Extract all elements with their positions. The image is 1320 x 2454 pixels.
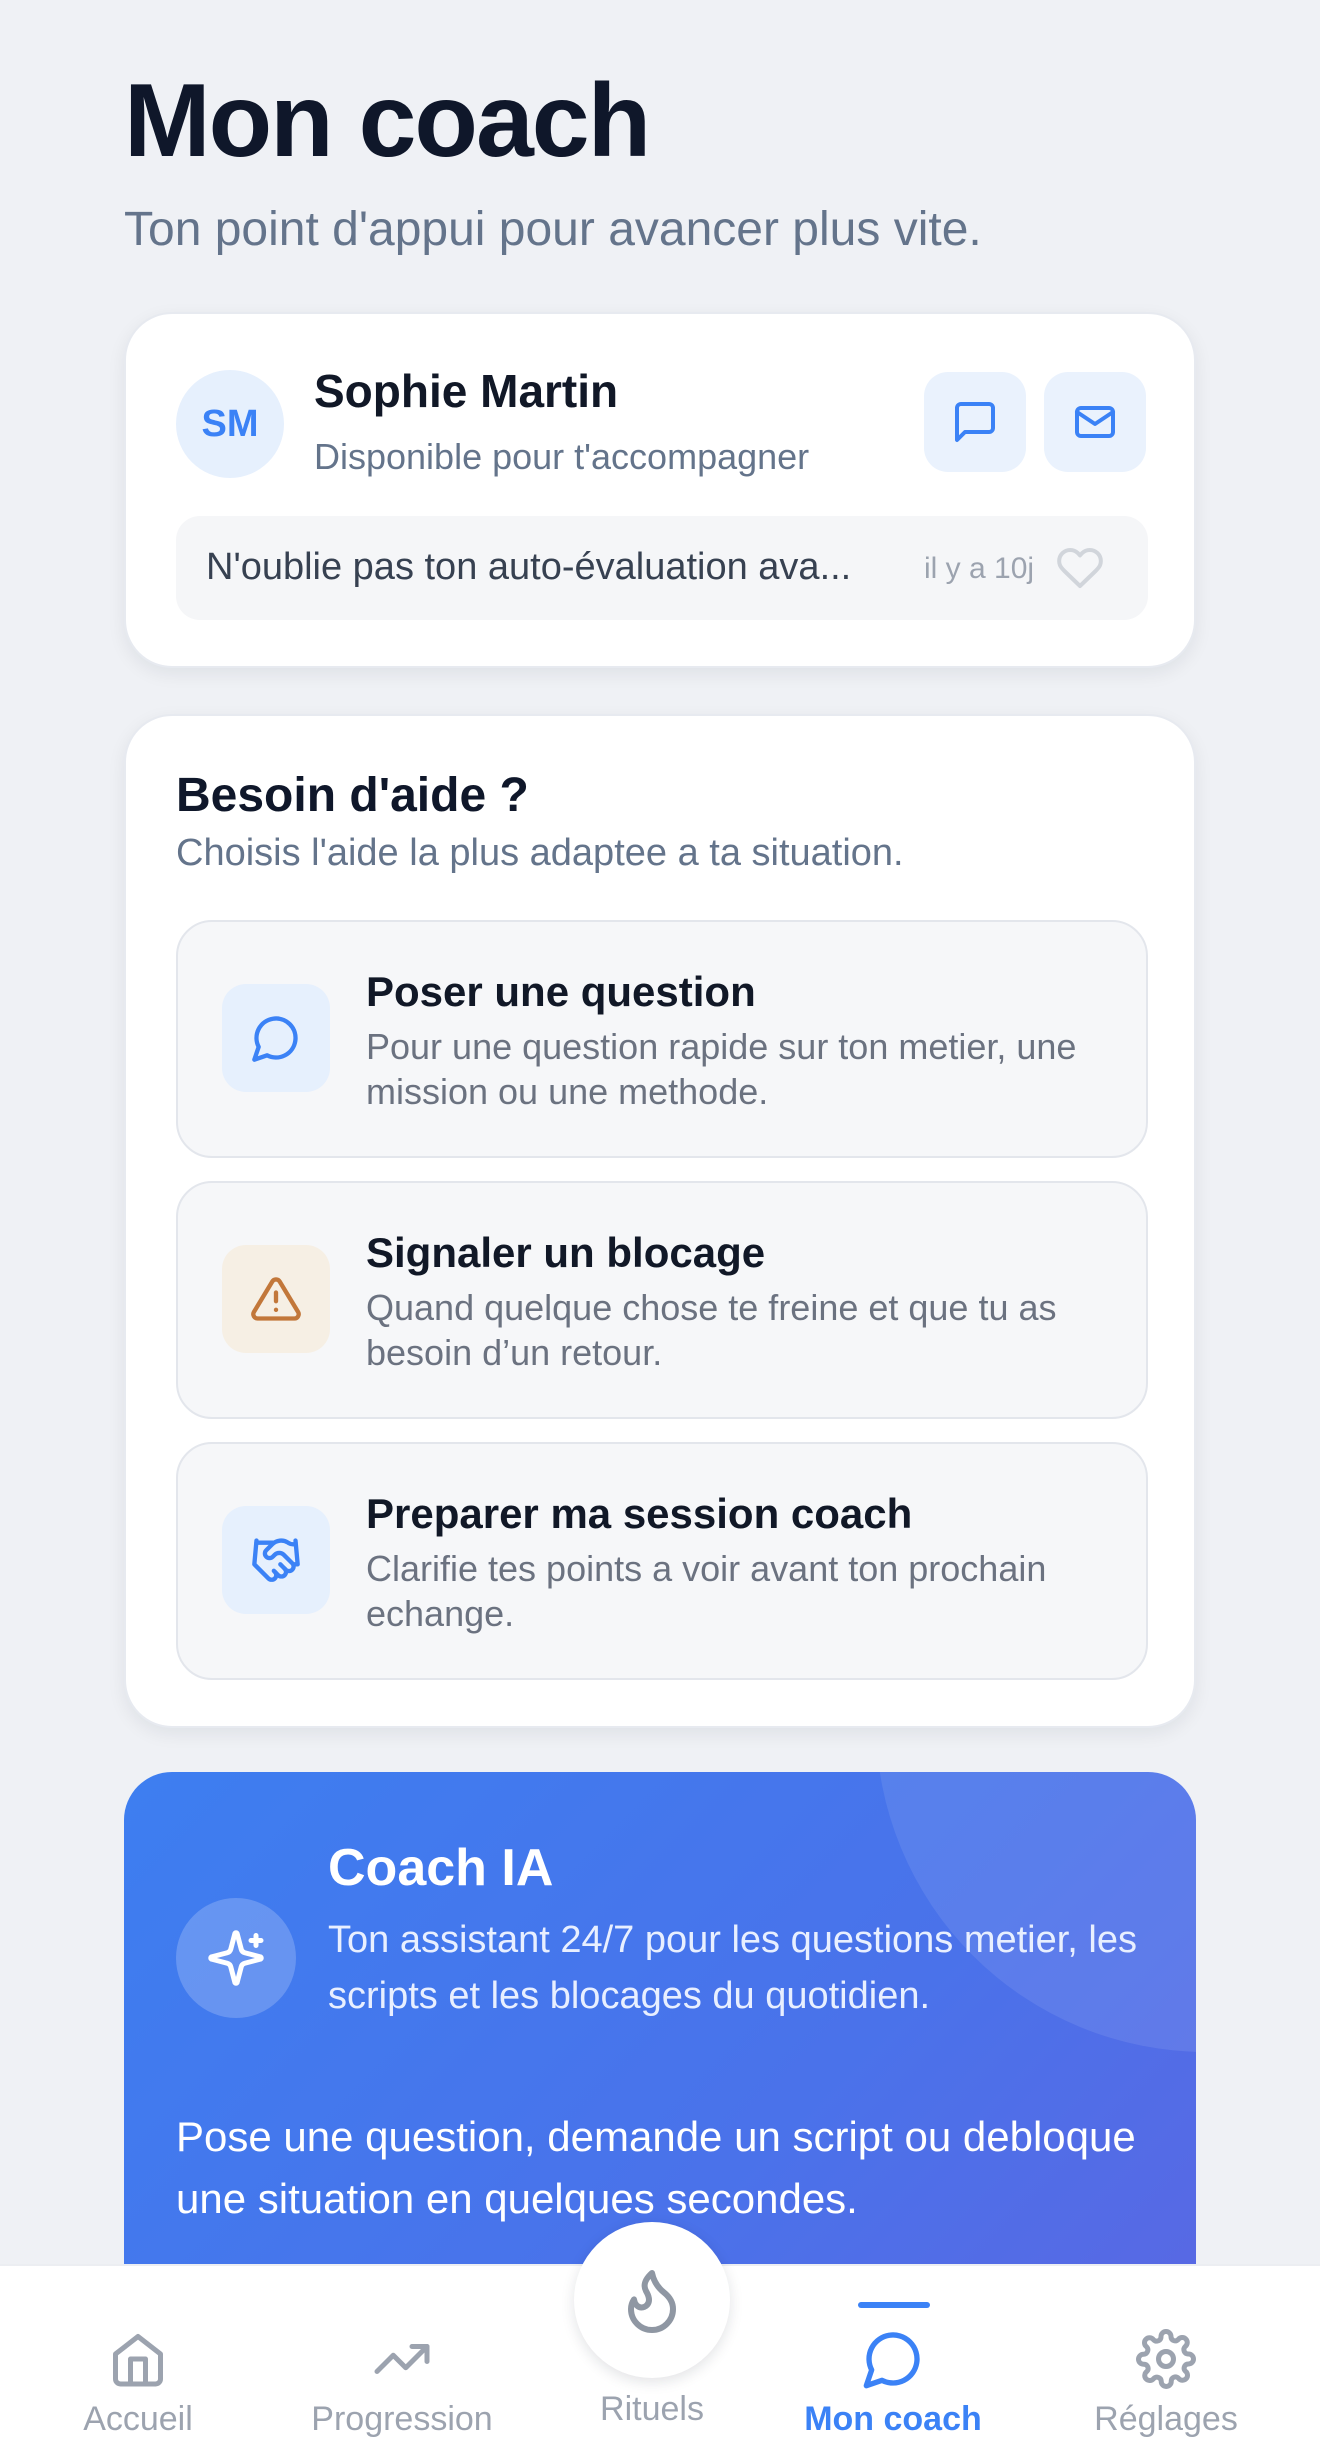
sparkles-icon xyxy=(176,1898,296,2018)
email-button[interactable] xyxy=(1044,372,1146,472)
heart-icon[interactable] xyxy=(1056,544,1104,597)
page-title: Mon coach xyxy=(124,63,651,179)
rituels-button[interactable] xyxy=(574,2222,730,2378)
nav-item-mon-coach[interactable]: Mon coach xyxy=(776,2266,1010,2454)
alert-triangle-icon xyxy=(222,1245,330,1353)
page-subtitle: Ton point d'appui pour avancer plus vite… xyxy=(124,203,982,256)
ask-question-button[interactable]: Poser une question Pour une question rap… xyxy=(176,920,1148,1158)
ai-coach-body: Pose une question, demande un script ou … xyxy=(176,2113,1136,2222)
prepare-session-button[interactable]: Preparer ma session coach Clarifie tes p… xyxy=(176,1442,1148,1680)
flame-icon xyxy=(628,2270,676,2333)
message-circle-icon xyxy=(861,2324,925,2394)
help-item-description: Pour une question rapide sur ton metier,… xyxy=(366,1026,1077,1112)
mail-icon xyxy=(1075,406,1115,438)
nav-item-reglages[interactable]: Réglages xyxy=(1066,2266,1266,2454)
last-message[interactable]: N'oublie pas ton auto-évaluation ava... … xyxy=(176,516,1148,620)
message-square-icon xyxy=(955,402,995,442)
handshake-icon xyxy=(222,1506,330,1614)
nav-label: Mon coach xyxy=(804,2400,982,2438)
help-title: Besoin d'aide ? xyxy=(176,769,529,822)
coach-name: Sophie Martin xyxy=(314,365,619,417)
nav-label: Réglages xyxy=(1094,2400,1238,2438)
avatar: SM xyxy=(176,370,284,478)
home-icon xyxy=(108,2324,168,2394)
ai-coach-title: Coach IA xyxy=(328,1839,554,1897)
help-card: Besoin d'aide ? Choisis l'aide la plus a… xyxy=(124,714,1196,1728)
coach-page: Mon coach Ton point d'appui pour avancer… xyxy=(0,0,1320,2454)
help-item-title: Signaler un blocage xyxy=(366,1229,766,1276)
coach-status: Disponible pour t'accompagner xyxy=(314,436,810,477)
message-circle-icon xyxy=(222,984,330,1092)
help-item-title: Poser une question xyxy=(366,968,756,1015)
report-blocker-button[interactable]: Signaler un blocage Quand quelque chose … xyxy=(176,1181,1148,1419)
last-message-time: il y a 10j xyxy=(924,552,1035,585)
nav-item-progression[interactable]: Progression xyxy=(290,2266,514,2454)
help-item-description: Quand quelque chose te freine et que tu … xyxy=(366,1287,1057,1373)
chat-button[interactable] xyxy=(924,372,1026,472)
nav-label: Progression xyxy=(311,2400,493,2438)
help-item-description: Clarifie tes points a voir avant ton pro… xyxy=(366,1548,1047,1634)
nav-item-accueil[interactable]: Accueil xyxy=(48,2266,228,2454)
nav-label: Accueil xyxy=(83,2400,193,2438)
ai-coach-description: Ton assistant 24/7 pour les questions me… xyxy=(328,1919,1138,2017)
gear-icon xyxy=(1136,2324,1196,2394)
trending-up-icon xyxy=(372,2324,432,2394)
help-subtitle: Choisis l'aide la plus adaptee a ta situ… xyxy=(176,832,904,874)
nav-label-rituels: Rituels xyxy=(600,2390,704,2428)
help-item-title: Preparer ma session coach xyxy=(366,1490,913,1537)
last-message-text: N'oublie pas ton auto-évaluation ava... xyxy=(206,546,852,588)
coach-card: SM Sophie Martin Disponible pour t'accom… xyxy=(124,312,1196,668)
